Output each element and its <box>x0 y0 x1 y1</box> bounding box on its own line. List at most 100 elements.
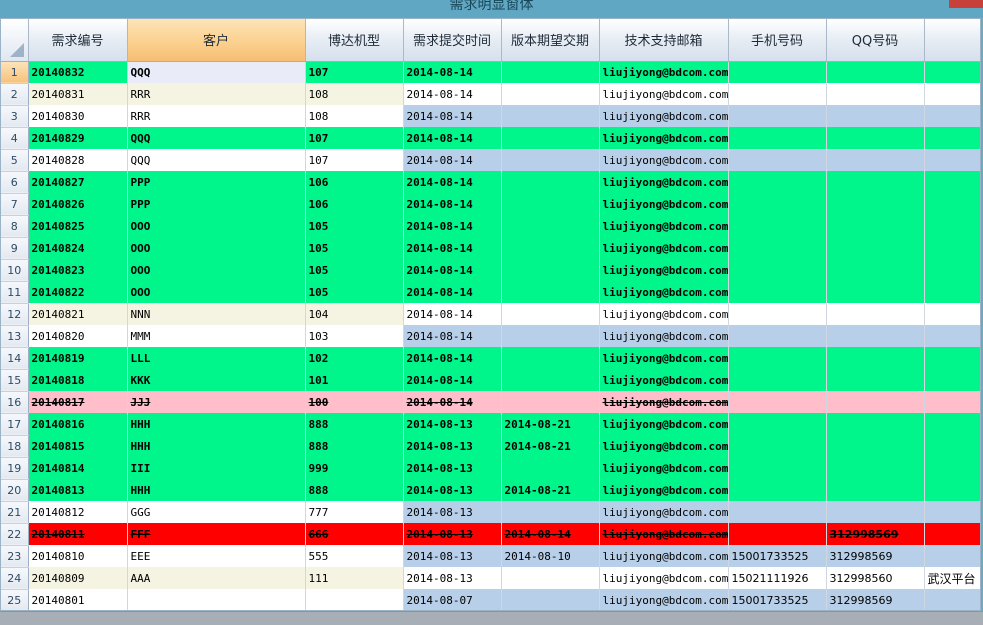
table-cell[interactable]: 2014-08-13 <box>403 545 502 567</box>
table-cell[interactable] <box>826 369 925 391</box>
table-cell[interactable]: 20140820 <box>28 325 128 347</box>
table-cell[interactable]: 888 <box>305 479 404 501</box>
table-cell[interactable]: 2014-08-21 <box>501 435 600 457</box>
table-row[interactable]: 25 20140801 2014-08-07 liujiyong@bdcom.com 1… <box>1 589 980 610</box>
table-cell[interactable]: 2014-08-14 <box>403 237 502 259</box>
table-cell[interactable] <box>501 457 600 479</box>
table-cell[interactable]: liujiyong@bdcom.com <box>599 127 729 149</box>
table-cell[interactable] <box>924 369 980 391</box>
table-cell[interactable] <box>826 435 925 457</box>
table-cell[interactable] <box>924 281 980 303</box>
table-cell[interactable]: 2014-08-13 <box>403 523 502 545</box>
table-cell[interactable] <box>826 105 925 127</box>
table-cell[interactable] <box>826 457 925 479</box>
table-cell[interactable]: OOO <box>127 281 306 303</box>
table-cell[interactable]: 101 <box>305 369 404 391</box>
table-cell[interactable]: 2014-08-14 <box>403 369 502 391</box>
table-cell[interactable]: 20140812 <box>28 501 128 523</box>
column-header-6[interactable]: 技术支持邮箱 <box>599 19 729 62</box>
table-cell[interactable]: 20140826 <box>28 193 128 215</box>
table-cell[interactable]: 105 <box>305 215 404 237</box>
table-cell[interactable]: III <box>127 457 306 479</box>
table-cell[interactable]: 20140801 <box>28 589 128 610</box>
table-cell[interactable]: liujiyong@bdcom.com <box>599 369 729 391</box>
row-number[interactable]: 18 <box>1 435 29 458</box>
table-row[interactable]: 24 20140809 AAA 111 2014-08-13 liujiyong@bdco… <box>1 567 980 590</box>
table-cell[interactable] <box>501 237 600 259</box>
table-cell[interactable]: 106 <box>305 171 404 193</box>
table-cell[interactable]: 15021111926 <box>728 567 827 589</box>
table-cell[interactable]: 20140817 <box>28 391 128 413</box>
table-cell[interactable] <box>728 303 827 325</box>
row-number[interactable]: 5 <box>1 149 29 172</box>
table-cell[interactable]: 20140827 <box>28 171 128 193</box>
table-cell[interactable]: 2014-08-13 <box>403 457 502 479</box>
table-cell[interactable]: AAA <box>127 567 306 589</box>
table-cell[interactable]: 20140819 <box>28 347 128 369</box>
row-number[interactable]: 9 <box>1 237 29 260</box>
table-cell[interactable] <box>924 325 980 347</box>
table-row[interactable]: 19 20140814 III 999 2014-08-13 liujiyong@bdco… <box>1 457 980 480</box>
table-row[interactable]: 18 20140815 HHH 888 2014-08-13 2014-08-21 liuj… <box>1 435 980 458</box>
table-cell[interactable]: 2014-08-14 <box>403 303 502 325</box>
table-cell[interactable]: GGG <box>127 501 306 523</box>
table-cell[interactable]: 2014-08-14 <box>403 391 502 413</box>
table-cell[interactable] <box>728 83 827 105</box>
table-row[interactable]: 22 20140811 FFF 666 2014-08-13 2014-08-14 liuj… <box>1 523 980 546</box>
table-cell[interactable] <box>826 281 925 303</box>
row-number[interactable]: 4 <box>1 127 29 150</box>
table-cell[interactable]: 2014-08-14 <box>403 325 502 347</box>
table-cell[interactable]: 20140832 <box>28 61 128 83</box>
table-cell[interactable]: 2014-08-14 <box>403 347 502 369</box>
table-cell[interactable] <box>728 501 827 523</box>
table-cell[interactable]: 20140810 <box>28 545 128 567</box>
table-row[interactable]: 12 20140821 NNN 104 2014-08-14 liujiyong@bdco… <box>1 303 980 326</box>
table-cell[interactable] <box>501 567 600 589</box>
table-cell[interactable] <box>826 259 925 281</box>
table-cell[interactable] <box>501 83 600 105</box>
table-cell[interactable]: KKK <box>127 369 306 391</box>
table-cell[interactable]: 107 <box>305 149 404 171</box>
table-cell[interactable] <box>924 391 980 413</box>
table-cell[interactable] <box>501 369 600 391</box>
table-cell[interactable]: 2014-08-14 <box>403 83 502 105</box>
table-cell[interactable]: 108 <box>305 105 404 127</box>
table-cell[interactable] <box>826 413 925 435</box>
row-number[interactable]: 20 <box>1 479 29 502</box>
table-cell[interactable] <box>924 105 980 127</box>
table-cell[interactable]: 666 <box>305 523 404 545</box>
row-number[interactable]: 13 <box>1 325 29 348</box>
table-cell[interactable]: 20140816 <box>28 413 128 435</box>
table-cell[interactable]: 2014-08-07 <box>403 589 502 610</box>
row-number[interactable]: 12 <box>1 303 29 326</box>
table-cell[interactable] <box>501 281 600 303</box>
table-cell[interactable] <box>924 589 980 610</box>
table-cell[interactable]: 2014-08-14 <box>501 523 600 545</box>
select-all-corner[interactable] <box>1 19 29 62</box>
table-cell[interactable] <box>826 193 925 215</box>
table-cell[interactable]: 2014-08-21 <box>501 479 600 501</box>
table-cell[interactable]: liujiyong@bdcom.com <box>599 237 729 259</box>
table-cell[interactable] <box>826 237 925 259</box>
table-cell[interactable] <box>728 457 827 479</box>
table-cell[interactable] <box>924 545 980 567</box>
table-cell[interactable]: liujiyong@bdcom.com <box>599 347 729 369</box>
row-number[interactable]: 6 <box>1 171 29 194</box>
table-cell[interactable]: liujiyong@bdcom.com <box>599 105 729 127</box>
table-cell[interactable]: liujiyong@bdcom.com <box>599 545 729 567</box>
table-cell[interactable]: 105 <box>305 281 404 303</box>
table-cell[interactable] <box>826 479 925 501</box>
table-cell[interactable]: 2014-08-14 <box>403 105 502 127</box>
table-cell[interactable]: 999 <box>305 457 404 479</box>
row-number[interactable]: 23 <box>1 545 29 568</box>
row-number[interactable]: 8 <box>1 215 29 238</box>
table-cell[interactable]: 103 <box>305 325 404 347</box>
table-cell[interactable] <box>127 589 306 610</box>
table-cell[interactable]: liujiyong@bdcom.com <box>599 523 729 545</box>
table-cell[interactable] <box>728 369 827 391</box>
table-cell[interactable]: 武汉平台 <box>924 567 980 589</box>
table-cell[interactable] <box>728 237 827 259</box>
table-cell[interactable]: liujiyong@bdcom.com <box>599 259 729 281</box>
table-cell[interactable]: 15001733525 <box>728 589 827 610</box>
table-cell[interactable] <box>501 325 600 347</box>
